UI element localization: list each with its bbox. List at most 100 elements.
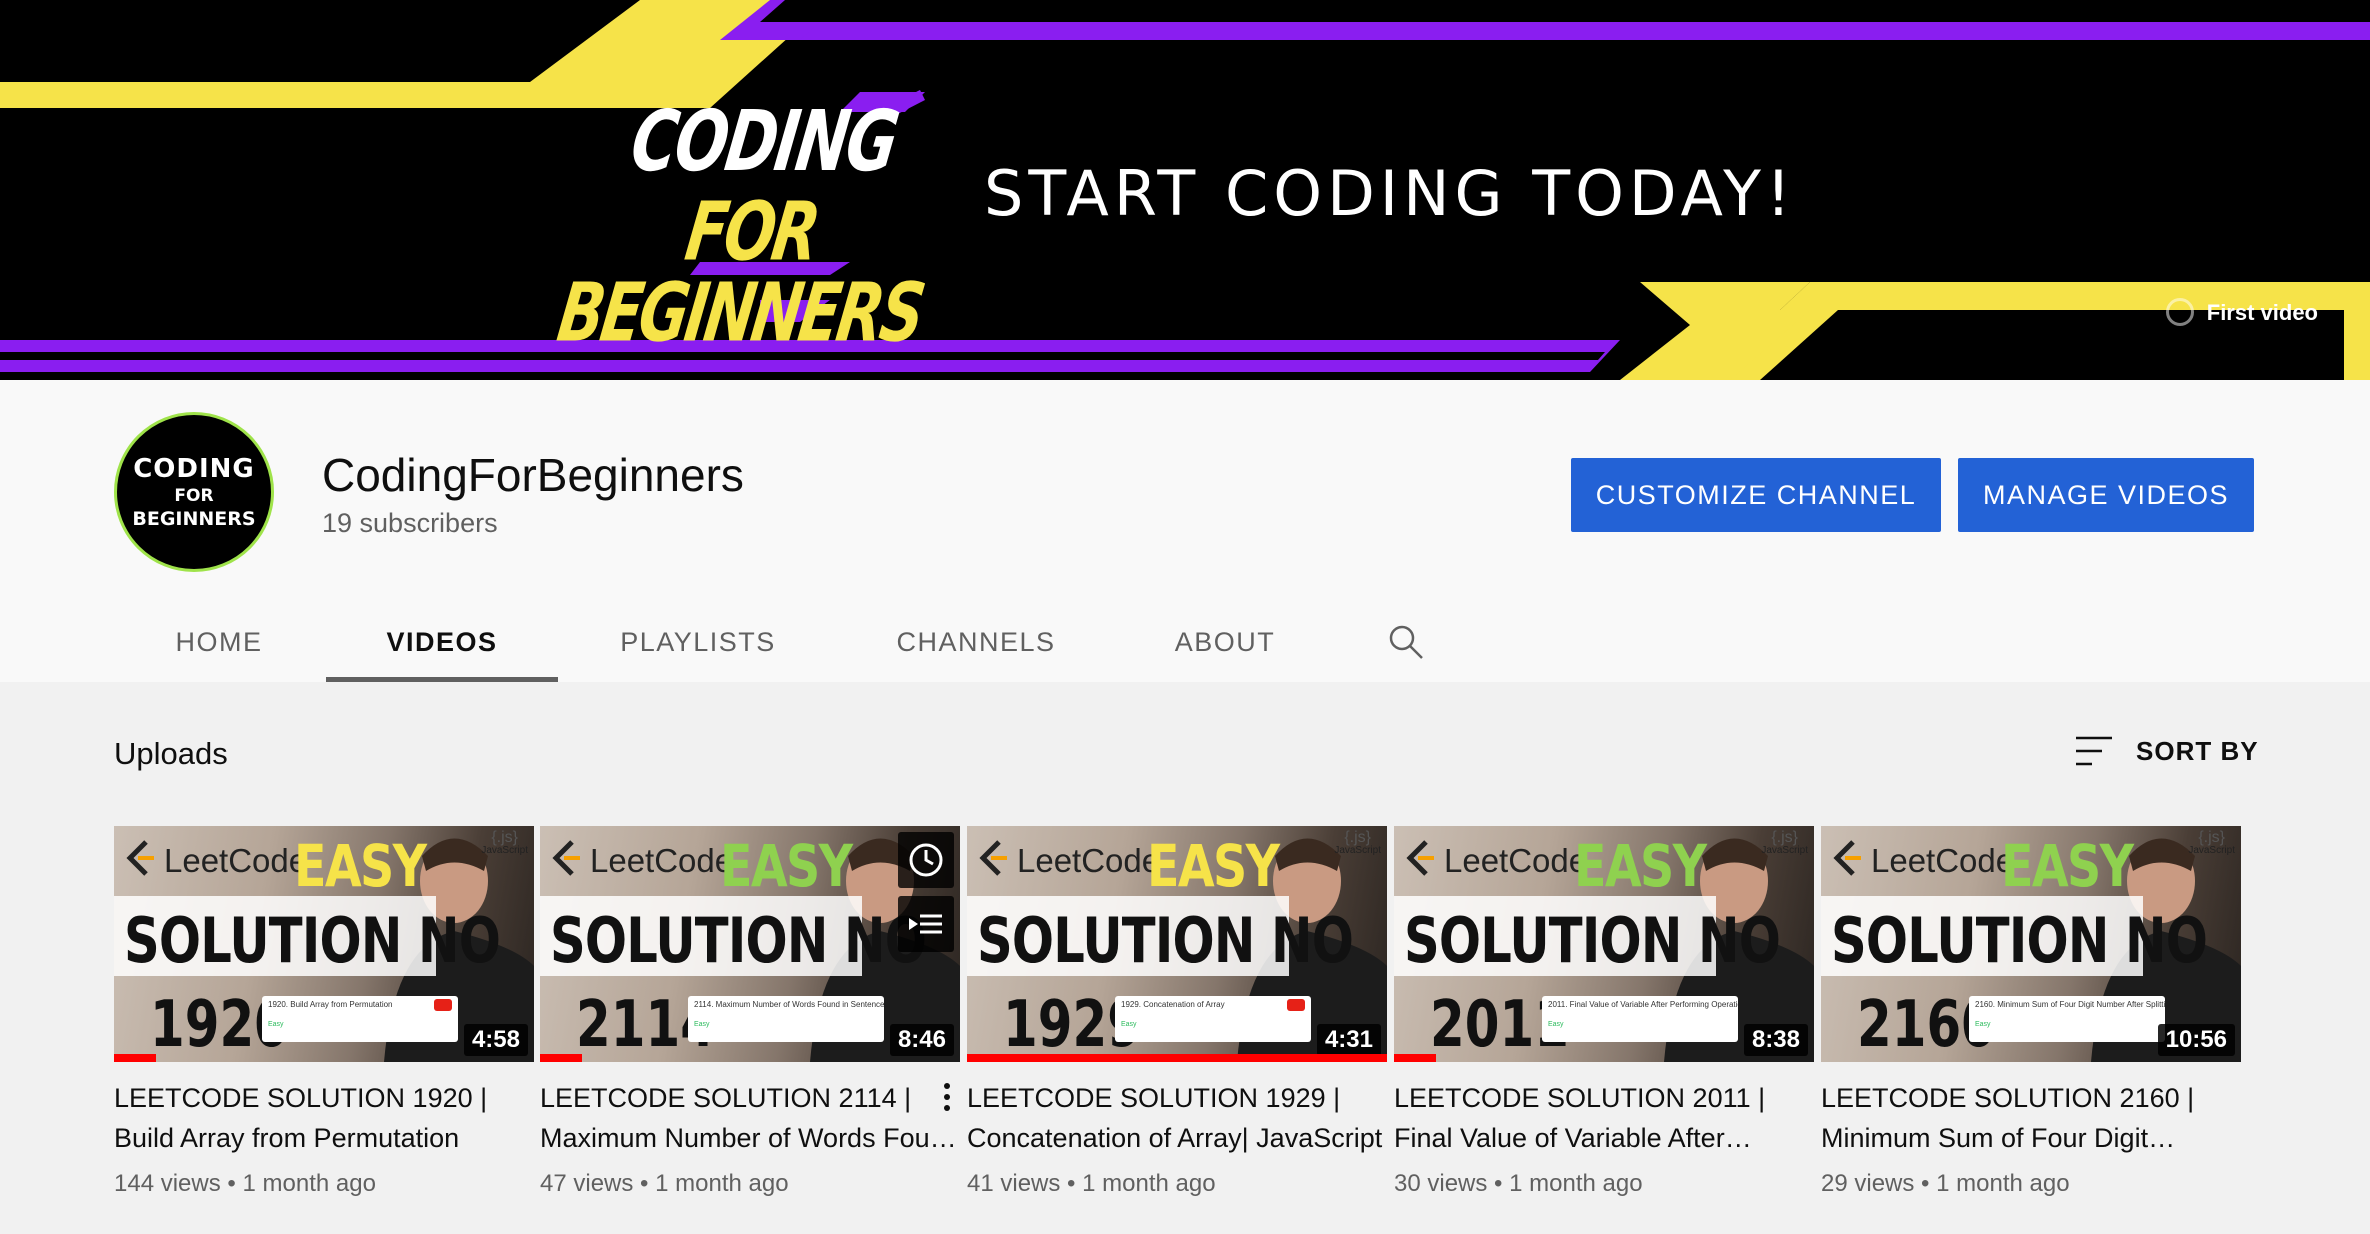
video-views: 29 views <box>1821 1170 1915 1197</box>
video-card[interactable]: LeetCode EASY {.js} JavaScript SOLUTION N… <box>1821 826 2241 1198</box>
video-thumbnail[interactable]: LeetCode EASY SOLUTION NO 2114 2114. Max… <box>540 826 960 1062</box>
video-thumbnail[interactable]: LeetCode EASY {.js} JavaScript SOLUTION N… <box>967 826 1387 1062</box>
leetcode-logo-icon <box>1833 840 1861 876</box>
thumb-brand: LeetCode <box>164 842 308 879</box>
video-duration: 4:58 <box>463 1024 528 1056</box>
tab-about[interactable]: ABOUT <box>1114 602 1336 682</box>
video-title[interactable]: LEETCODE SOLUTION 1929 | Concatenation o… <box>967 1078 1387 1158</box>
thumb-card-text: 2160. Minimum Sum of Four Digit Number A… <box>1975 1000 2165 1009</box>
thumb-card-text: 1929. Concatenation of Array <box>1121 1000 1225 1009</box>
leetcode-logo-icon <box>126 840 154 876</box>
video-duration: 8:38 <box>1743 1024 1808 1056</box>
video-meta: 30 views • 1 month ago <box>1394 1170 1643 1197</box>
thumb-solution: SOLUTION NO <box>1831 904 2208 977</box>
manage-videos-button[interactable]: MANAGE VIDEOS <box>1958 458 2254 532</box>
thumb-card-text: 2114. Maximum Number of Words Found in S… <box>694 1000 884 1009</box>
thumb-solution: SOLUTION NO <box>550 904 927 977</box>
thumb-brand: LeetCode <box>590 842 734 879</box>
thumb-problem-card: 1929. Concatenation of Array Easy <box>1115 996 1311 1042</box>
video-meta: 144 views • 1 month ago <box>114 1170 376 1197</box>
video-action-menu-button[interactable] <box>932 1076 962 1118</box>
video-thumbnail[interactable]: LeetCode EASY {.js} JavaScript SOLUTION N… <box>1821 826 2241 1062</box>
video-views: 144 views <box>114 1170 221 1197</box>
thumb-brand: LeetCode <box>1871 842 2015 879</box>
watch-progress <box>967 1054 1387 1062</box>
customize-channel-button[interactable]: CUSTOMIZE CHANNEL <box>1571 458 1941 532</box>
tab-videos[interactable]: VIDEOS <box>326 602 558 682</box>
video-card[interactable]: LeetCode EASY SOLUTION NO 2114 2114. Max… <box>540 826 960 1198</box>
javascript-badge: {.js} JavaScript <box>2188 829 2235 856</box>
channel-search-button[interactable] <box>1336 602 1476 682</box>
banner-logo-line1: CODING <box>625 91 903 191</box>
thumbnail-hover-actions <box>898 832 954 952</box>
thumb-card-text: 2011. Final Value of Variable After Perf… <box>1548 1000 1738 1009</box>
watch-progress <box>114 1054 156 1062</box>
avatar-line3: BEGINNERS <box>132 508 256 530</box>
clock-icon <box>909 843 943 877</box>
video-duration: 8:46 <box>889 1024 954 1056</box>
leetcode-logo-icon <box>1406 840 1434 876</box>
video-thumbnail[interactable]: LeetCode EASY {.js} JavaScript SOLUTION N… <box>114 826 534 1062</box>
video-views: 30 views <box>1394 1170 1488 1197</box>
channel-avatar[interactable]: CODING FOR BEGINNERS <box>114 412 274 572</box>
video-meta: 29 views • 1 month ago <box>1821 1170 2070 1197</box>
globe-icon <box>2166 298 2194 326</box>
leetcode-logo-icon <box>552 840 580 876</box>
video-title[interactable]: LEETCODE SOLUTION 1920 | Build Array fro… <box>114 1078 534 1158</box>
javascript-badge: {.js} JavaScript <box>1334 829 1381 856</box>
thumb-brand: LeetCode <box>1017 842 1161 879</box>
javascript-badge: {.js} JavaScript <box>481 829 528 856</box>
banner-logo-line2: FOR BEGINNERS <box>552 185 928 361</box>
video-age: 1 month ago <box>1509 1170 1643 1197</box>
banner-logo: CODING FOR BEGINNERS <box>549 91 955 361</box>
video-card[interactable]: LeetCode EASY {.js} JavaScript SOLUTION N… <box>114 826 534 1198</box>
thumb-level: EASY <box>1147 832 1280 900</box>
channel-banner: CODING FOR BEGINNERS START CODING TODAY!… <box>0 0 2370 380</box>
tab-channels[interactable]: CHANNELS <box>838 602 1114 682</box>
thumb-brand: LeetCode <box>1444 842 1588 879</box>
video-age: 1 month ago <box>1082 1170 1216 1197</box>
video-title[interactable]: LEETCODE SOLUTION 2011 | Final Value of … <box>1394 1078 1814 1158</box>
thumb-solution: SOLUTION NO <box>977 904 1354 977</box>
video-age: 1 month ago <box>242 1170 376 1197</box>
thumb-level: EASY <box>1574 832 1707 900</box>
video-duration: 4:31 <box>1316 1024 1381 1056</box>
avatar-line1: CODING <box>133 454 255 484</box>
javascript-badge: {.js} JavaScript <box>1761 829 1808 856</box>
thumb-solution: SOLUTION NO <box>1404 904 1781 977</box>
thumb-level: EASY <box>720 832 853 900</box>
video-meta: 41 views • 1 month ago <box>967 1170 1216 1197</box>
thumb-solution: SOLUTION NO <box>124 904 501 977</box>
watch-progress <box>1394 1054 1436 1062</box>
uploads-heading: Uploads <box>114 736 228 771</box>
video-card[interactable]: LeetCode EASY {.js} JavaScript SOLUTION N… <box>1394 826 1814 1198</box>
video-views: 47 views <box>540 1170 634 1197</box>
tab-playlists[interactable]: PLAYLISTS <box>558 602 838 682</box>
sort-by-button[interactable]: SORT BY <box>2074 728 2259 774</box>
video-duration: 10:56 <box>2157 1024 2235 1056</box>
first-video-link[interactable]: First video <box>2144 284 2370 342</box>
video-thumbnail[interactable]: LeetCode EASY {.js} JavaScript SOLUTION N… <box>1394 826 1814 1062</box>
queue-icon <box>909 914 942 934</box>
video-age: 1 month ago <box>655 1170 789 1197</box>
thumb-level: EASY <box>2001 832 2134 900</box>
watch-later-button[interactable] <box>898 832 954 888</box>
add-to-queue-button[interactable] <box>898 896 954 952</box>
thumb-problem-card: 2011. Final Value of Variable After Perf… <box>1542 996 1738 1042</box>
subscriber-count: 19 subscribers <box>322 508 498 538</box>
video-age: 1 month ago <box>1936 1170 2070 1197</box>
video-views: 41 views <box>967 1170 1061 1197</box>
sort-by-label: SORT BY <box>2136 735 2259 766</box>
video-title[interactable]: LEETCODE SOLUTION 2160 | Minimum Sum of … <box>1821 1078 2241 1158</box>
channel-name: CodingForBeginners <box>322 449 744 501</box>
banner-tagline: START CODING TODAY! <box>984 157 1796 230</box>
first-video-label: First video <box>2206 300 2318 325</box>
sort-icon <box>2076 736 2112 766</box>
tab-home[interactable]: HOME <box>114 602 324 682</box>
video-title[interactable]: LEETCODE SOLUTION 2114 | Maximum Number … <box>540 1078 960 1158</box>
thumb-problem-card: 2114. Maximum Number of Words Found in S… <box>688 996 884 1042</box>
channel-tabs: HOME VIDEOS PLAYLISTS CHANNELS ABOUT <box>114 602 1476 682</box>
thumb-problem-card: 2160. Minimum Sum of Four Digit Number A… <box>1969 996 2165 1042</box>
video-meta: 47 views • 1 month ago <box>540 1170 789 1197</box>
video-card[interactable]: LeetCode EASY {.js} JavaScript SOLUTION N… <box>967 826 1387 1198</box>
